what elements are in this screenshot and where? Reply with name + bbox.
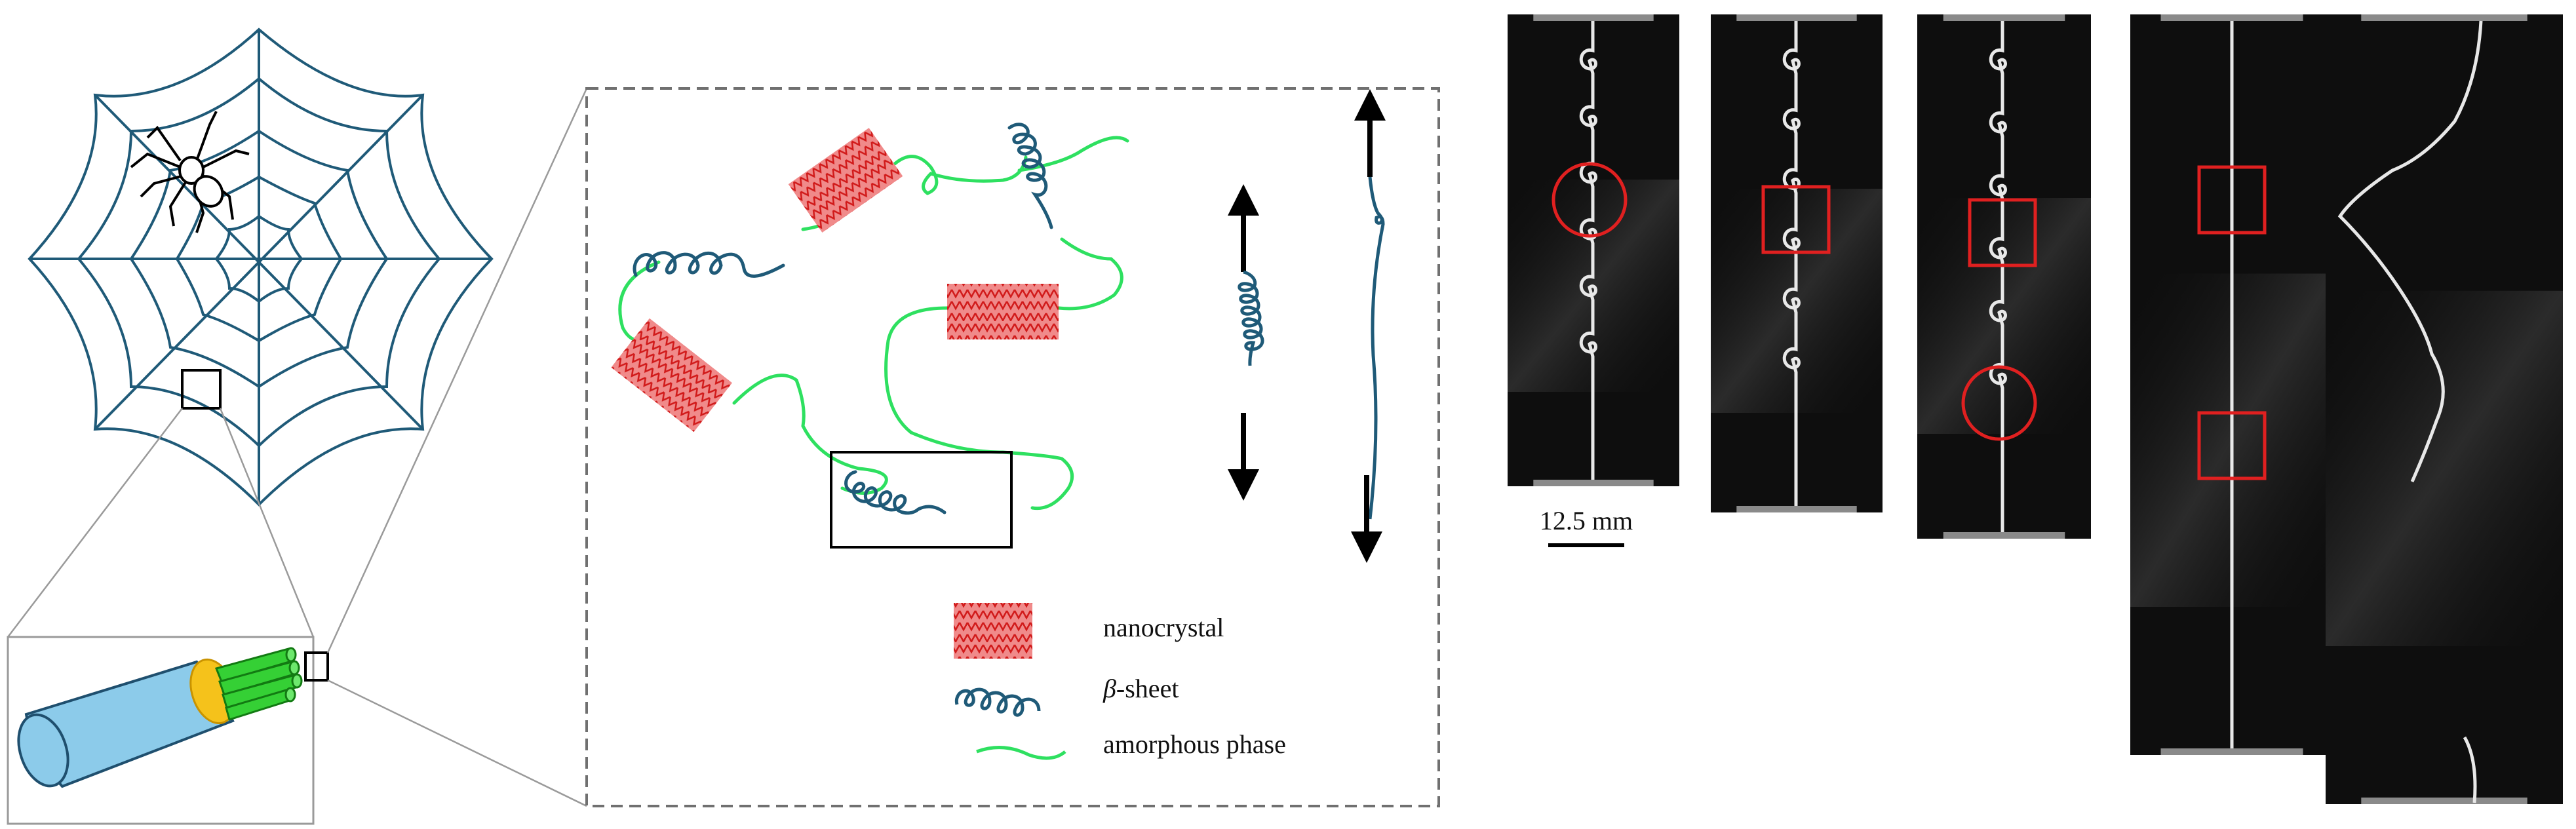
specimen-photo	[1508, 14, 1679, 486]
specimen-photo	[2326, 14, 2563, 804]
specimen-photo	[1917, 14, 2091, 539]
specimen-photo	[1711, 14, 1883, 512]
scale-bar: 12.5 mm	[1540, 506, 1633, 547]
silk-structure-figure: nanocrystal β-sheet amorphous phase 12.5…	[7, 14, 2563, 825]
scale-bar-label: 12.5 mm	[1540, 506, 1633, 535]
legend-beta-sheet-label: β-sheet	[1103, 674, 1179, 703]
fiber-bundle-inset	[7, 636, 329, 825]
molecular-panel: nanocrystal β-sheet amorphous phase	[585, 87, 1440, 807]
specimen-photos	[1508, 14, 2563, 804]
legend-nanocrystal-swatch	[954, 603, 1032, 659]
legend-amorphous-label: amorphous phase	[1103, 729, 1286, 759]
specimen-photo	[2130, 14, 2333, 755]
spider-web-icon	[28, 28, 494, 507]
legend-nanocrystal-label: nanocrystal	[1103, 613, 1224, 642]
